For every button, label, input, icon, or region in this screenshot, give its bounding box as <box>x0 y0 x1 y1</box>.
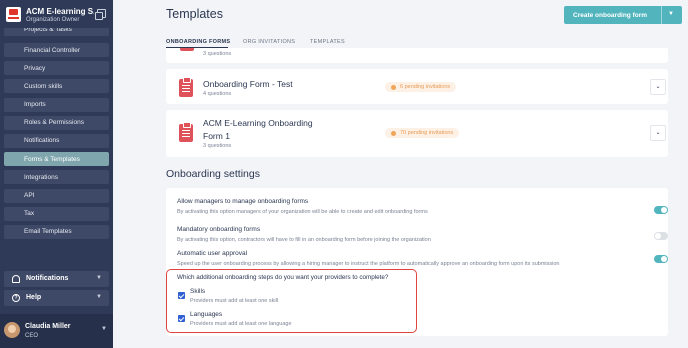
sidebar-item-privacy[interactable]: Privacy <box>4 61 109 76</box>
sidebar-item-roles-permissions[interactable]: Roles & Permissions <box>4 115 109 130</box>
create-onboarding-form-button[interactable]: Create onboarding form ▼ <box>564 6 682 24</box>
org-header[interactable]: ACM E-learning S... Organization Owner <box>0 0 113 28</box>
sidebar-item-api[interactable]: API <box>4 188 109 203</box>
notifications-menu[interactable]: Notifications ▼ <box>4 271 109 287</box>
tab-onboarding-forms[interactable]: ONBOARDING FORMS <box>166 39 230 45</box>
section-title: Onboarding settings <box>166 168 260 180</box>
sidebar-item-tax[interactable]: Tax <box>4 206 109 221</box>
setting-desc: By activating this option, contractors w… <box>177 237 431 243</box>
clipboard-icon <box>179 77 193 97</box>
bell-icon <box>12 275 20 283</box>
user-role: CEO <box>25 333 39 339</box>
expand-chevron-icon[interactable]: ⌄ <box>650 125 666 141</box>
form-question-count: 4 questions <box>203 91 232 97</box>
setting-title: Automatic user approval <box>177 250 248 257</box>
form-card[interactable]: Onboarding Form - Test 4 questions 6 pen… <box>166 69 668 104</box>
chevron-down-icon: ▼ <box>101 326 107 332</box>
setting-title: Mandatory onboarding forms <box>177 226 261 233</box>
allow-managers-toggle[interactable] <box>654 206 668 214</box>
button-divider <box>661 6 662 24</box>
pending-invitations-badge: 70 pending invitations <box>385 128 460 138</box>
sidebar-item-forms-templates[interactable]: Forms & Templates <box>4 152 109 167</box>
tab-org-invitations[interactable]: ORG INVITATIONS <box>243 39 295 45</box>
sidebar-item-integrations[interactable]: Integrations <box>4 170 109 185</box>
org-logo-icon <box>6 7 21 22</box>
form-icon <box>180 48 194 51</box>
auto-approval-toggle[interactable] <box>654 255 668 263</box>
form-title-line2: Form 1 <box>203 131 230 141</box>
help-menu[interactable]: ? Help ▼ <box>4 290 109 306</box>
chevron-down-icon[interactable]: ▼ <box>668 11 674 17</box>
switch-org-icon[interactable] <box>95 9 106 20</box>
org-role: Organization Owner <box>26 17 80 23</box>
form-title-line1: ACM E-Learning Onboarding <box>203 118 313 128</box>
highlight-outline <box>166 269 417 333</box>
sidebar-item-custom-skills[interactable]: Custom skills <box>4 79 109 94</box>
pending-invitations-badge: 6 pending invitations <box>385 82 457 92</box>
main-content: Templates Create onboarding form ▼ ONBOA… <box>113 0 688 348</box>
mandatory-forms-toggle[interactable] <box>654 232 668 240</box>
sidebar-item-email-templates[interactable]: Email Templates <box>4 224 109 239</box>
sidebar-nav: Projects & Tasks Financial Controller Pr… <box>4 26 109 243</box>
user-menu[interactable]: Claudia Miller CEO ▼ <box>0 314 113 348</box>
form-title: Onboarding Form - Test <box>203 79 293 89</box>
setting-desc: Speed up the user onboarding process by … <box>177 261 560 267</box>
expand-chevron-icon[interactable]: ⌄ <box>650 79 666 95</box>
sidebar: Projects & Tasks Financial Controller Pr… <box>0 0 113 348</box>
avatar <box>4 322 20 338</box>
form-card[interactable]: ACM E-Learning Onboarding Form 1 3 quest… <box>166 110 668 157</box>
page-title: Templates <box>166 7 223 21</box>
sidebar-item-notifications[interactable]: Notifications <box>4 133 109 148</box>
form-card-partial[interactable]: 3 questions <box>166 48 668 63</box>
setting-desc: By activating this option managers of yo… <box>177 209 428 215</box>
org-name: ACM E-learning S... <box>26 7 94 16</box>
tab-templates[interactable]: TEMPLATES <box>310 39 345 45</box>
chevron-down-icon: ▼ <box>96 275 102 281</box>
help-icon: ? <box>12 294 20 302</box>
sidebar-item-imports[interactable]: Imports <box>4 97 109 112</box>
clipboard-icon <box>179 122 193 142</box>
form-question-count: 3 questions <box>203 143 232 149</box>
chevron-down-icon: ▼ <box>96 294 102 300</box>
setting-title: Allow managers to manage onboarding form… <box>177 198 309 205</box>
sidebar-item-financial-controller[interactable]: Financial Controller <box>4 43 109 57</box>
user-name: Claudia Miller <box>25 323 71 330</box>
